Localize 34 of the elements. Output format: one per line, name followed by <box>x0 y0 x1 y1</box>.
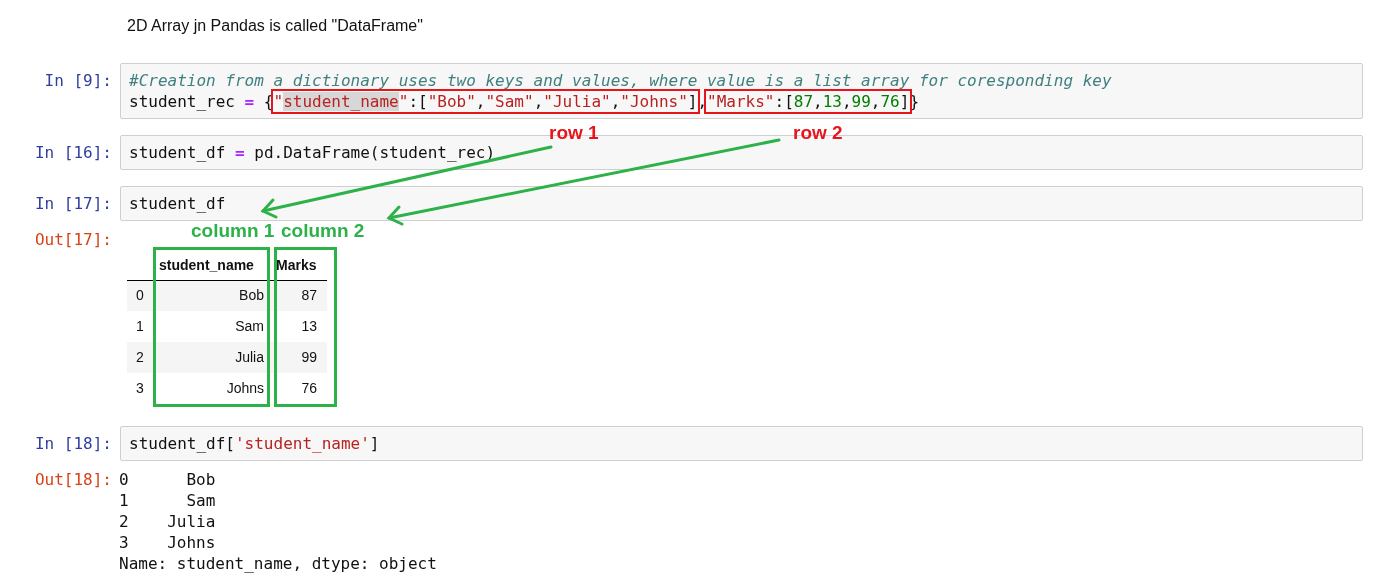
row-index: 1 <box>127 311 153 342</box>
input-prompt: In [17]: <box>33 193 112 214</box>
annotation-label: column 1 <box>191 220 275 242</box>
code-cell[interactable]: student_df['student_name'] <box>120 426 1363 461</box>
output-line: 1 Sam <box>119 490 217 511</box>
code-line: student_df = pd.DataFrame(student_rec) <box>129 142 497 163</box>
table-cell: 99 <box>274 342 327 373</box>
table-cell: Julia <box>153 342 274 373</box>
table-cell: 13 <box>274 311 327 342</box>
table-cell: 76 <box>274 373 327 404</box>
table-cell: Bob <box>153 280 274 311</box>
annotation-label: column 2 <box>281 220 365 242</box>
table-cell: Sam <box>153 311 274 342</box>
output-line: 3 Johns <box>119 532 217 553</box>
table-cell: Johns <box>153 373 274 404</box>
output-prompt: Out[17]: <box>33 229 112 250</box>
markdown-text: 2D Array jn Pandas is called "DataFrame" <box>127 16 424 36</box>
output-line: Name: student_name, dtype: object <box>119 553 437 574</box>
row-index: 3 <box>127 373 153 404</box>
output-line: 0 Bob <box>119 469 217 490</box>
input-prompt: In [18]: <box>33 433 112 454</box>
input-prompt: In [16]: <box>33 142 112 163</box>
table-cell: 87 <box>274 280 327 311</box>
column-header: student_name <box>159 256 254 273</box>
code-line: student_df['student_name'] <box>129 433 381 454</box>
column-header: Marks <box>276 256 317 273</box>
row-index: 2 <box>127 342 153 373</box>
row-index: 0 <box>127 280 153 311</box>
output-prompt: Out[18]: <box>33 469 112 490</box>
code-line: student_df <box>129 193 227 214</box>
code-line: #Creation from a dictionary uses two keys and values, where value is a list array for coresponding key <box>129 70 1113 91</box>
output-line: 2 Julia <box>119 511 217 532</box>
code-cell[interactable]: student_df <box>120 186 1363 221</box>
input-prompt: In [9]: <box>43 70 112 91</box>
